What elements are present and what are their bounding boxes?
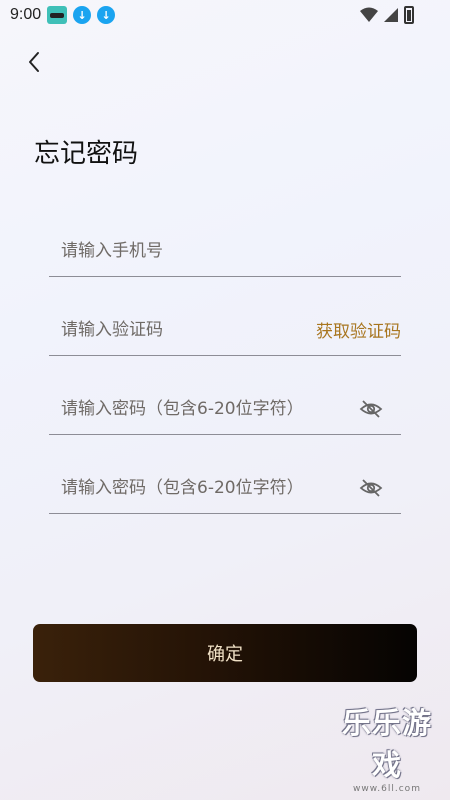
watermark-url: www.6ll.com [353,784,421,794]
code-field: 获取验证码 [49,304,401,356]
status-time: 9:00 [10,6,42,23]
page-title: 忘记密码 [34,139,139,169]
download-icon: ↓ [97,6,116,24]
confirm-password-input[interactable] [49,477,359,498]
eye-off-icon[interactable] [359,476,383,500]
battery-icon [404,6,414,24]
confirm-password-field [49,462,401,514]
status-bar: 9:00 ↓ ↓ [0,0,450,30]
verification-code-input[interactable] [49,319,316,340]
app-icon [47,6,68,24]
watermark: 乐乐游戏 www.6ll.com [330,700,444,794]
wifi-icon [360,7,378,22]
password-field [49,383,401,435]
get-code-button[interactable]: 获取验证码 [316,317,401,342]
phone-input[interactable] [49,240,401,261]
phone-field [49,225,401,277]
download-icon: ↓ [73,6,92,24]
back-button[interactable] [22,48,46,76]
watermark-brand: 乐乐游戏 [341,706,432,782]
system-icons [360,6,414,24]
confirm-button[interactable]: 确定 [33,624,417,682]
eye-off-icon[interactable] [359,397,383,421]
password-input[interactable] [49,398,359,419]
signal-icon [384,8,398,22]
chevron-left-icon [29,52,39,72]
